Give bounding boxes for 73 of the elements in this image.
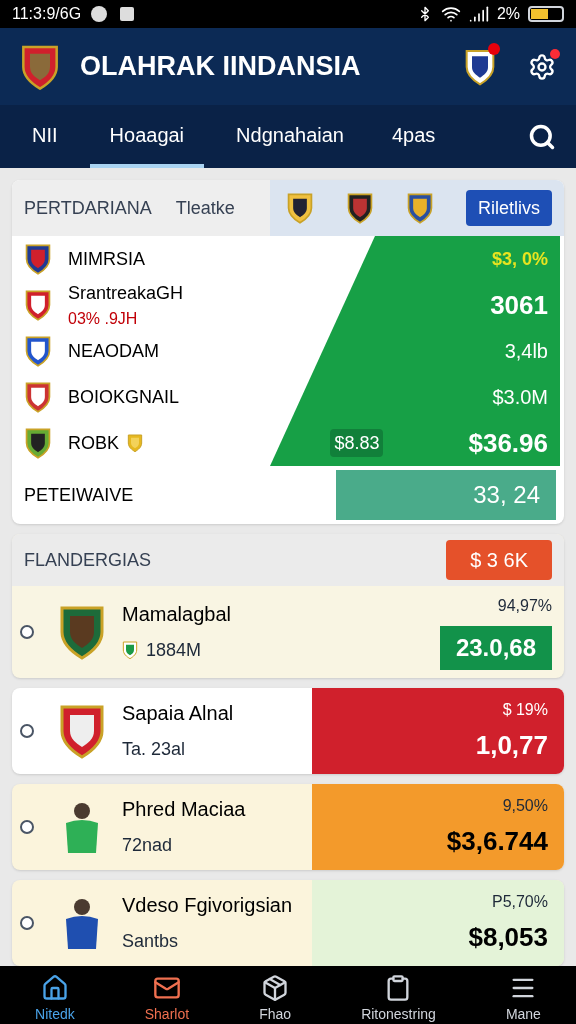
team-value: $3, 0% (491, 248, 548, 271)
box-icon (261, 974, 290, 1002)
filter-button[interactable]: Riletlivs (466, 190, 552, 226)
percent-text: 94,97% (497, 596, 552, 616)
player-stat: 72nad (122, 834, 174, 857)
value-text: $3,6.744 (446, 824, 548, 858)
team-name: MIMRSIA (68, 248, 145, 271)
player-name: Phred Maciaa (122, 797, 246, 822)
signal-icon (468, 4, 489, 24)
crest-icon (406, 192, 434, 224)
player-name: Sapaia Alnal (122, 701, 234, 726)
team-crest-icon (24, 289, 52, 321)
nav-item[interactable]: Ritonestring (361, 974, 436, 1024)
percent-text: $ 19% (502, 699, 548, 720)
total-badge: $ 3 6K (446, 540, 552, 580)
team-value: $3.0M (492, 385, 548, 410)
radio-button[interactable] (20, 916, 34, 930)
crest-icon (286, 192, 314, 224)
tab[interactable]: Ndgnahaian (216, 105, 364, 168)
radio-button[interactable] (20, 724, 34, 738)
flag-icon (122, 640, 138, 660)
radio-button[interactable] (20, 625, 34, 639)
home-icon (40, 974, 69, 1002)
value-text: $8,053 (468, 920, 548, 954)
tab[interactable]: NII (12, 105, 78, 168)
value-chip: $8.83 (330, 429, 384, 457)
nav-item[interactable]: Sharlot (144, 974, 190, 1024)
percent-text: P5,70% (491, 891, 548, 912)
settings-icon (528, 52, 556, 81)
team-crest-icon (24, 243, 52, 275)
wifi-icon (440, 4, 461, 24)
team-name: SrantreakaGH (68, 282, 184, 305)
section-title: PERTDARIANA (24, 197, 152, 220)
value-box: 23.0,68 (439, 626, 552, 670)
search-icon (528, 122, 556, 151)
battery-text: 2% (496, 4, 520, 24)
section-subtitle: Tleatke (175, 197, 235, 220)
team-crest-icon (58, 703, 106, 759)
percent-text: 9,50% (502, 795, 548, 816)
value-text: 1,0,77 (475, 728, 548, 762)
team-name: BOIOKGNAIL (68, 386, 180, 409)
radio-button[interactable] (20, 820, 34, 834)
team-name: Mamalagbal (122, 602, 231, 627)
player-name: Vdeso Fgivorigsian (122, 893, 293, 918)
team-value: $36.96 (468, 426, 548, 460)
clock-text: 11:3:9/6G (12, 4, 82, 24)
nav-item[interactable]: Fhao (259, 974, 292, 1024)
app-title: OLAHRAK IINDANSIA (80, 50, 361, 84)
team-name: NEAODAM (68, 340, 159, 363)
team-crest-icon (24, 335, 52, 367)
list-card[interactable]: Phred Maciaa 72nad 9,50% $3,6.744 (12, 784, 564, 870)
tab[interactable]: 4pas (371, 105, 456, 168)
nav-item[interactable]: Nitedk (35, 974, 75, 1024)
list-card[interactable]: Sapaia Alnal Ta. 23al $ 19% 1,0,77 (12, 688, 564, 774)
medal-icon (127, 433, 143, 453)
team-stat: 03% .9JH (68, 309, 139, 329)
team-crest-icon (24, 381, 52, 413)
nav-item[interactable]: Mane (505, 974, 541, 1024)
tab[interactable]: Hoaagai (89, 105, 205, 168)
battery-icon (528, 6, 564, 22)
team-crest-icon (58, 604, 106, 660)
team-stat: 1884M (146, 639, 202, 662)
total-value: 33, 24 (473, 480, 540, 510)
crest-icon (346, 192, 374, 224)
team-crest-icon (24, 427, 52, 459)
section-title: FLANDERGIAS (24, 549, 152, 572)
team-name: ROBK (68, 432, 119, 455)
player-stat: Santbs (122, 930, 180, 953)
footer-label: PETEIWAIVE (23, 484, 134, 507)
team-value: 3061 (490, 288, 548, 322)
list-card[interactable]: Vdeso Fgivorigsian Santbs P5,70% $8,053 (12, 880, 564, 966)
team-value: 3,4lb (504, 339, 548, 364)
player-stat: Ta. 23al (122, 738, 187, 761)
